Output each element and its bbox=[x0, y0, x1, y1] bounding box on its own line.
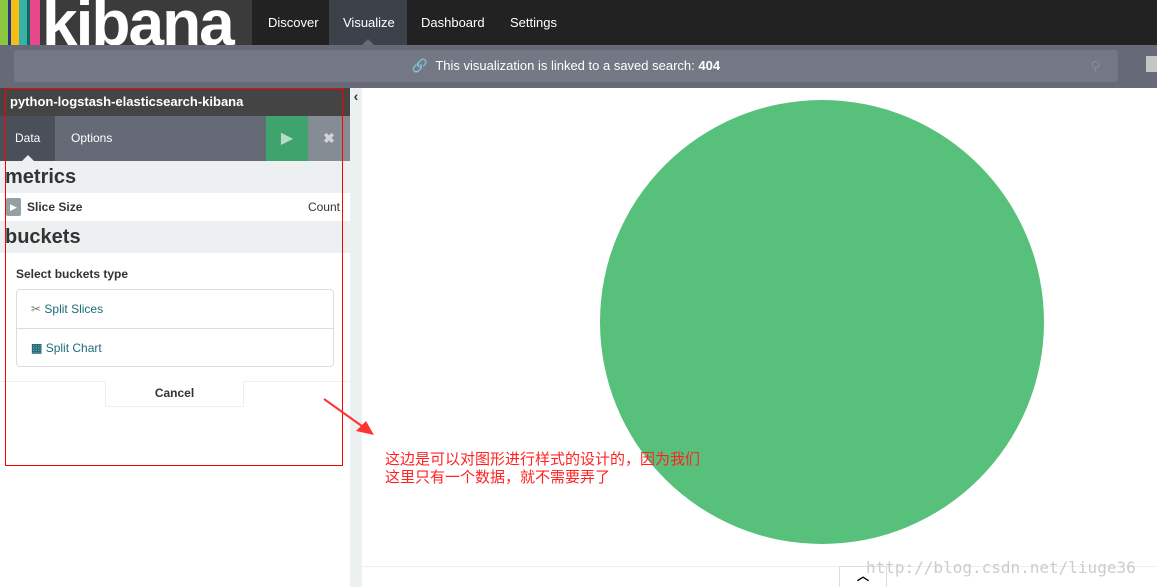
tab-label: Data bbox=[15, 131, 41, 145]
metric-value: Count bbox=[307, 200, 340, 214]
link-icon: 🔗 bbox=[411, 58, 436, 73]
search-icon[interactable]: ⚲ bbox=[1073, 50, 1118, 82]
note-line: 这边是可以对图形进行样式的设计的，因为我们 bbox=[385, 451, 701, 468]
saved-search-name: 404 bbox=[698, 58, 721, 73]
split-chart-option[interactable]: ▦ Split Chart bbox=[17, 328, 333, 366]
watermark: http://blog.csdn.net/liuge36 bbox=[866, 558, 1136, 577]
scissors-icon: ✂ bbox=[31, 302, 42, 316]
nav-discover[interactable]: Discover bbox=[254, 0, 333, 45]
nav-label: Visualize bbox=[343, 15, 395, 30]
option-label: Split Chart bbox=[45, 341, 102, 355]
tab-options[interactable]: Options bbox=[56, 116, 127, 161]
notice-text: This visualization is linked to a saved … bbox=[435, 58, 695, 73]
discard-close-button[interactable]: ✖ bbox=[308, 116, 350, 161]
nav-settings[interactable]: Settings bbox=[496, 0, 571, 45]
search-bar: 🔗 This visualization is linked to a save… bbox=[0, 45, 1157, 88]
option-label: Split Slices bbox=[44, 302, 104, 316]
collapse-sidebar-button[interactable]: ‹ bbox=[350, 88, 362, 587]
saved-search-notice[interactable]: 🔗 This visualization is linked to a save… bbox=[14, 50, 1118, 82]
nav-visualize[interactable]: Visualize bbox=[329, 0, 407, 45]
annotation-note: 这边是可以对图形进行样式的设计的，因为我们 这里只有一个数据，就不需要弄了 bbox=[385, 451, 700, 487]
apply-play-button[interactable]: ▶ bbox=[266, 116, 308, 161]
metrics-heading: metrics bbox=[0, 161, 350, 193]
editor-sidebar: python-logstash-elasticsearch-kibana Dat… bbox=[0, 88, 350, 587]
metric-slice-size[interactable]: ▶ Slice Size Count bbox=[0, 193, 350, 221]
unlink-icon[interactable] bbox=[1146, 56, 1157, 72]
split-slices-option[interactable]: ✂ Split Slices bbox=[17, 290, 333, 328]
top-nav: kibana Discover Visualize Dashboard Sett… bbox=[0, 0, 1157, 45]
nav-dashboard[interactable]: Dashboard bbox=[407, 0, 499, 45]
caret-right-icon[interactable]: ▶ bbox=[6, 198, 21, 216]
kibana-logo[interactable]: kibana bbox=[0, 0, 252, 45]
select-buckets-label: Select buckets type bbox=[16, 267, 129, 281]
buckets-heading: buckets bbox=[0, 221, 350, 253]
cancel-button[interactable]: Cancel bbox=[105, 381, 244, 407]
grid-icon: ▦ bbox=[31, 341, 43, 355]
note-line: 这里只有一个数据，就不需要弄了 bbox=[385, 469, 611, 486]
chevron-left-icon: ‹ bbox=[353, 88, 359, 104]
metric-label: Slice Size bbox=[27, 200, 83, 214]
tab-data[interactable]: Data bbox=[0, 116, 56, 161]
index-title: python-logstash-elasticsearch-kibana bbox=[0, 88, 350, 116]
annotation-arrow bbox=[323, 398, 374, 435]
